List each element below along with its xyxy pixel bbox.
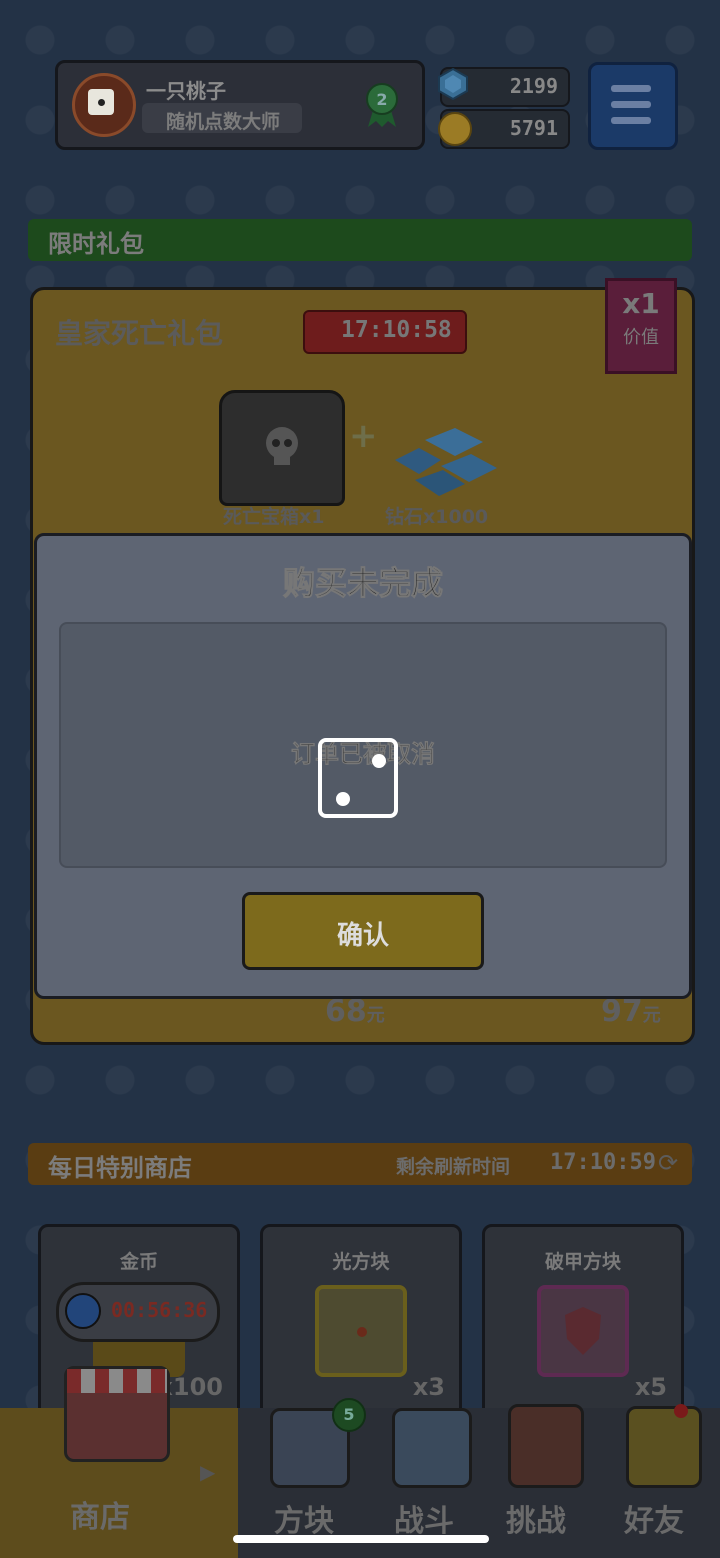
nav-item-battle[interactable]: 战斗	[380, 1396, 480, 1558]
daily-shop-header: 每日特别商店 剩余刷新时间 17:10:59 ⟳	[28, 1143, 692, 1185]
value-multiplier: x1	[622, 287, 660, 320]
dialog-title: 购买未完成	[282, 564, 443, 603]
original-price-value: 97	[601, 994, 643, 1029]
limited-gift-title: 限时礼包	[48, 230, 144, 258]
player-name: 一只桃子	[146, 79, 226, 103]
gift-timer: 17:10:58	[303, 310, 467, 354]
shop-item-name: 光方块	[332, 1251, 390, 1273]
refresh-timer: 17:10:59	[550, 1150, 656, 1175]
shop-icon	[64, 1366, 170, 1462]
armor-break-block-icon	[537, 1285, 629, 1377]
player-title: 随机点数大师	[166, 111, 281, 133]
rank-badge-number: 2	[376, 90, 387, 109]
coin-icon	[438, 112, 472, 146]
menu-icon	[611, 85, 651, 92]
avatar	[72, 73, 136, 137]
nav-label: 战斗	[394, 1504, 454, 1539]
nav-label: 挑战	[506, 1504, 566, 1539]
value-label: 价值	[623, 327, 659, 348]
clock-icon	[65, 1293, 101, 1329]
nav-item-blocks[interactable]: 5 方块	[258, 1396, 366, 1558]
castle-icon	[508, 1404, 584, 1488]
value-badge: x1 价值	[605, 278, 677, 374]
nav-item-challenge[interactable]: 挑战	[494, 1396, 594, 1558]
refresh-label: 剩余刷新时间	[396, 1156, 511, 1178]
light-block-icon	[315, 1285, 407, 1377]
nav-label: 好友	[624, 1504, 684, 1539]
coin-count: 5791	[509, 116, 558, 140]
price-value: 68	[325, 994, 367, 1029]
home-indicator[interactable]	[233, 1535, 489, 1543]
confirm-label: 确认	[336, 921, 389, 951]
item-label: 死亡宝箱x1	[223, 506, 325, 528]
rank-badge-icon[interactable]: 2	[362, 79, 402, 129]
gift-timer-text: 17:10:58	[341, 317, 452, 343]
gem-icon	[438, 67, 468, 101]
friends-icon	[626, 1406, 702, 1488]
daily-shop-title: 每日特别商店	[48, 1154, 192, 1182]
notification-badge: 5	[332, 1398, 366, 1432]
plus-icon: +	[349, 416, 378, 456]
player-profile-card[interactable]: 一只桃子 随机点数大师 2	[55, 60, 425, 150]
coin-timer-text: 00:56:36	[111, 1298, 208, 1322]
shop-item-name: 金币	[119, 1251, 158, 1273]
gift-price[interactable]: 68元	[325, 994, 385, 1029]
death-chest-icon	[219, 390, 345, 506]
dice-loading-icon	[318, 738, 398, 818]
confirm-button[interactable]: 确认	[242, 892, 484, 970]
coin-item-timer: 00:56:36	[56, 1282, 220, 1342]
refresh-icon[interactable]: ⟳	[658, 1149, 678, 1177]
notification-dot	[674, 1404, 688, 1418]
coin-counter[interactable]: 5791	[438, 109, 570, 149]
nav-item-shop[interactable]: 商店 ▶	[0, 1350, 238, 1558]
gem-count: 2199	[509, 74, 558, 98]
nav-label: 商店	[70, 1500, 130, 1535]
shop-item-name: 破甲方块	[544, 1251, 621, 1273]
arrow-right-icon: ▶	[200, 1460, 216, 1484]
gift-pack-name: 皇家死亡礼包	[55, 317, 224, 350]
dice-avatar-icon	[88, 89, 114, 115]
gem-counter[interactable]: 2199	[438, 67, 570, 107]
nav-label: 方块	[274, 1504, 334, 1539]
limited-gift-header: 限时礼包	[28, 219, 692, 261]
menu-button[interactable]	[588, 62, 678, 150]
original-price-unit: 元	[642, 1005, 661, 1026]
price-unit: 元	[366, 1005, 385, 1026]
diamond-pile-icon	[395, 428, 497, 496]
nav-item-friends[interactable]: 好友	[612, 1396, 712, 1558]
original-price: 97元	[601, 994, 661, 1029]
battle-icon	[392, 1408, 472, 1488]
item-label: 钻石x1000	[385, 506, 489, 528]
